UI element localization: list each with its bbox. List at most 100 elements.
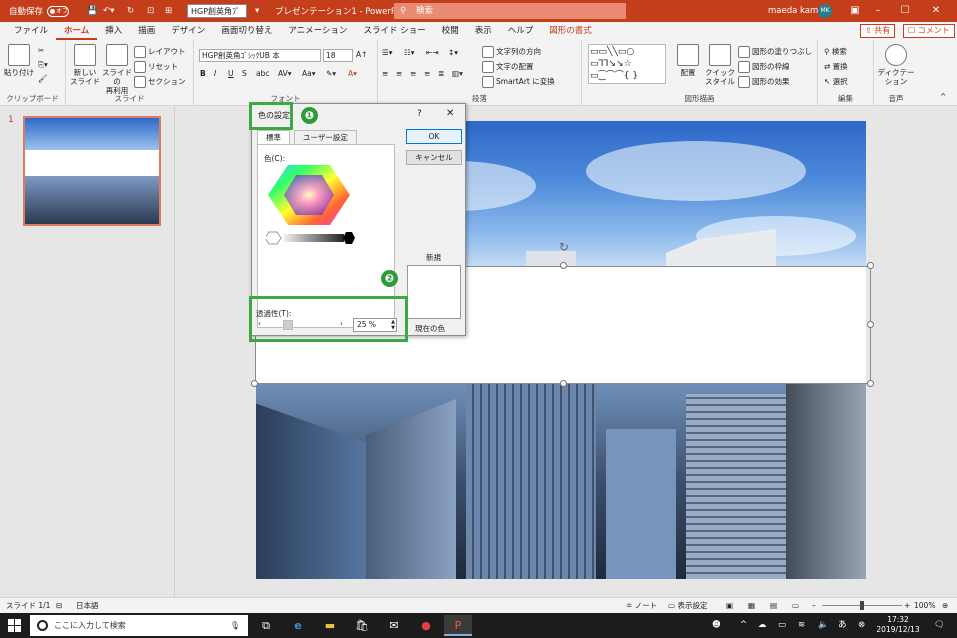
mail-icon[interactable]: ✉ <box>380 615 408 636</box>
layout-button[interactable]: レイアウト <box>134 46 186 58</box>
microphone-icon[interactable]: 🎙 <box>230 615 240 636</box>
select-button[interactable]: ↖ 選択 <box>824 76 848 87</box>
resize-handle[interactable] <box>867 321 874 328</box>
resize-handle[interactable] <box>867 262 874 269</box>
ok-button[interactable]: OK <box>406 129 462 144</box>
people-icon[interactable]: ☻ <box>712 613 721 638</box>
bullets-icon[interactable]: ☰▾ <box>382 48 393 57</box>
change-case-icon[interactable]: Aa▾ <box>302 69 316 78</box>
wifi-icon[interactable]: ≋ <box>798 613 805 638</box>
highlight-icon[interactable]: ✎▾ <box>326 69 336 78</box>
transparency-slider[interactable]: ‹ › <box>258 319 348 330</box>
slider-left-arrow[interactable]: ‹ <box>258 319 261 328</box>
italic-icon[interactable]: I <box>214 69 216 78</box>
smartart-button[interactable]: SmartArt に変換 <box>482 76 555 88</box>
task-view-icon[interactable]: ⧉ <box>252 615 280 636</box>
tab-file[interactable]: ファイル <box>6 22 56 40</box>
maximize-icon[interactable]: ☐ <box>895 0 915 22</box>
tab-slideshow[interactable]: スライド ショー <box>356 22 434 40</box>
normal-view-icon[interactable]: ▣ <box>726 598 733 613</box>
tab-view[interactable]: 表示 <box>467 22 500 40</box>
columns-icon[interactable]: ▥▾ <box>452 69 463 78</box>
undo-icon[interactable]: ↶▾ <box>100 0 117 22</box>
quick-styles-button[interactable]: クイック スタイル <box>704 44 736 86</box>
distribute-icon[interactable]: ≣ <box>438 69 444 78</box>
transparency-input[interactable]: 25 % ▲ ▼ <box>353 318 397 332</box>
tab-transitions[interactable]: 画面切り替え <box>213 22 280 40</box>
taskbar-search-input[interactable]: ここに入力して検索 🎙 <box>30 615 248 636</box>
tab-help[interactable]: ヘルプ <box>500 22 542 40</box>
volume-icon[interactable]: 🔈 <box>818 613 829 638</box>
font-name-combo[interactable]: HGP創英角ｺﾞｼｯｸUB 本 <box>199 49 321 62</box>
close-icon[interactable]: ✕ <box>926 0 946 22</box>
zoom-in-icon[interactable]: + <box>904 598 910 613</box>
strikethrough-icon[interactable]: abc <box>256 69 269 78</box>
save-icon[interactable]: 💾 <box>84 0 101 22</box>
start-from-beginning-icon[interactable]: ⊡ <box>144 0 157 22</box>
indent-icon[interactable]: ⇤⇥ <box>426 48 439 57</box>
spellcheck-icon[interactable]: ⊟ <box>56 598 62 613</box>
char-spacing-icon[interactable]: AV▾ <box>278 69 292 78</box>
greyscale-picker[interactable] <box>266 231 356 245</box>
customize-icon[interactable]: ⊞ <box>162 0 175 22</box>
numbering-icon[interactable]: ☷▾ <box>404 48 415 57</box>
dictate-button[interactable]: ディクテー ション <box>876 44 916 86</box>
ime-indicator[interactable]: あ <box>838 613 847 638</box>
fit-slide-icon[interactable]: ⊕ <box>942 598 948 613</box>
reset-button[interactable]: リセット <box>134 61 178 73</box>
language-label[interactable]: 日本語 <box>76 598 99 613</box>
zoom-slider-thumb[interactable] <box>860 601 864 610</box>
security-icon[interactable]: ⊗ <box>858 613 865 638</box>
align-right-icon[interactable]: ≡ <box>410 69 416 78</box>
rotate-handle-icon[interactable]: ↻ <box>559 240 569 254</box>
store-icon[interactable]: 🛍 <box>348 615 376 636</box>
tab-custom[interactable]: ユーザー設定 <box>294 130 357 144</box>
collapse-ribbon-icon[interactable]: ^ <box>940 92 946 101</box>
zoom-level[interactable]: 100% <box>914 598 935 613</box>
notifications-icon[interactable]: 🗨 <box>934 613 945 638</box>
format-painter-icon[interactable]: 🖌 <box>38 74 48 83</box>
shape-fill-button[interactable]: 図形の塗りつぶし <box>738 46 812 58</box>
align-left-icon[interactable]: ≡ <box>382 69 388 78</box>
align-center-icon[interactable]: ≡ <box>396 69 402 78</box>
justify-icon[interactable]: ≡ <box>424 69 430 78</box>
tab-home[interactable]: ホーム <box>56 22 98 40</box>
resize-handle[interactable] <box>251 380 258 387</box>
font-color-icon[interactable]: A▾ <box>348 69 357 78</box>
text-direction-button[interactable]: 文字列の方向 <box>482 46 541 58</box>
share-button[interactable]: ⇪ 共有 <box>860 24 896 38</box>
battery-icon[interactable]: ▭ <box>778 613 786 638</box>
avatar[interactable]: MK <box>818 4 832 18</box>
copy-icon[interactable]: ⎘▾ <box>38 60 48 70</box>
new-slide-button[interactable]: 新しい スライド <box>70 44 100 86</box>
ribbon-display-icon[interactable]: ▣ <box>845 0 865 22</box>
slide-thumbnail[interactable] <box>23 116 161 226</box>
resize-handle[interactable] <box>867 380 874 387</box>
line-spacing-icon[interactable]: ↕▾ <box>448 48 458 57</box>
tab-draw[interactable]: 描画 <box>130 22 163 40</box>
minimize-icon[interactable]: – <box>868 0 888 22</box>
replace-button[interactable]: ⇄ 置換 <box>824 61 848 72</box>
spin-arrows-icon[interactable]: ▲ ▼ <box>391 319 395 331</box>
powerpoint-icon[interactable]: P <box>444 615 472 636</box>
shape-effects-button[interactable]: 図形の効果 <box>738 76 790 88</box>
color-hexagon-picker[interactable] <box>268 165 350 225</box>
slider-thumb[interactable] <box>282 320 293 330</box>
onedrive-icon[interactable]: ☁ <box>758 613 767 638</box>
slide-sorter-icon[interactable]: ▦ <box>748 598 755 613</box>
autosave-control[interactable]: 自動保存 オフ <box>6 0 72 22</box>
redo-icon[interactable]: ↻ <box>124 0 137 22</box>
qat-dropdown-icon[interactable]: ▾ <box>252 0 262 22</box>
qat-font-box[interactable]: HGP創英角ﾌﾟ <box>187 4 247 18</box>
explorer-icon[interactable]: ▬ <box>316 615 344 636</box>
reading-view-icon[interactable]: ▤ <box>770 598 777 613</box>
cut-icon[interactable]: ✂ <box>38 46 44 55</box>
section-button[interactable]: セクション <box>134 76 186 88</box>
dialog-close-icon[interactable]: ✕ <box>446 108 454 119</box>
help-icon[interactable]: ? <box>417 109 422 119</box>
paste-button[interactable]: 貼り付け <box>4 44 34 77</box>
notes-button[interactable]: ≐ ノート <box>626 598 657 613</box>
tab-design[interactable]: デザイン <box>163 22 213 40</box>
underline-icon[interactable]: U <box>228 69 234 78</box>
tab-insert[interactable]: 挿入 <box>97 22 130 40</box>
